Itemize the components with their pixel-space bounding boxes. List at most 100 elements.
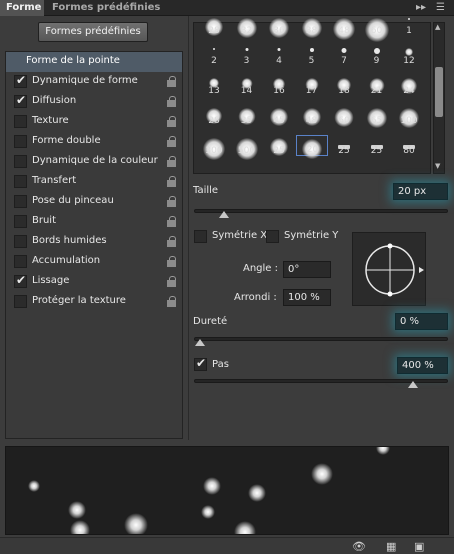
brush-tip[interactable]: 24 (393, 75, 425, 96)
hardness-slider-thumb[interactable] (195, 339, 205, 346)
option-checkbox[interactable]: ✔ (14, 73, 27, 88)
brush-tip[interactable]: 35 (231, 105, 263, 126)
option-checkbox[interactable]: ✔ (14, 273, 27, 288)
spacing-field[interactable]: 400 % (397, 357, 448, 374)
brush-tip[interactable]: 28 (198, 15, 230, 36)
brush-tip[interactable]: 21 (361, 75, 393, 96)
brush-tip[interactable]: 38 (296, 15, 328, 38)
brush-tip[interactable]: 36 (263, 15, 295, 38)
brush-tip[interactable]: 25 (361, 135, 393, 156)
brush-tip[interactable]: 45 (263, 105, 295, 126)
brush-tip[interactable]: 5 (296, 45, 328, 66)
brush-tip[interactable]: 48 (328, 15, 360, 40)
lock-icon[interactable] (167, 216, 176, 227)
brush-tip[interactable]: 1 (393, 15, 425, 36)
option-9[interactable]: Bords humides (6, 232, 182, 252)
option-6[interactable]: Transfert (6, 172, 182, 192)
scroll-down-icon[interactable]: ▼ (435, 162, 440, 170)
option-10[interactable]: Accumulation (6, 252, 182, 272)
collapse-icon[interactable]: ▸▸ (416, 2, 426, 13)
new-preset-icon[interactable]: ▣ (414, 540, 424, 553)
spacing-checkbox[interactable]: ✔ (194, 356, 207, 371)
option-checkbox[interactable] (14, 235, 27, 248)
brush-tip[interactable]: 7 (328, 45, 360, 66)
brush-tip[interactable]: 12 (393, 45, 425, 66)
hardness-slider[interactable] (194, 337, 448, 346)
flip-y-checkbox[interactable] (266, 230, 279, 243)
lock-icon[interactable] (167, 276, 176, 287)
brush-grid-icon[interactable]: ▦ (386, 540, 396, 553)
tab-formes-predefinies[interactable]: Formes prédéfinies (46, 0, 166, 16)
size-slider[interactable] (194, 209, 448, 218)
brush-tip[interactable]: 2 (198, 45, 230, 66)
brush-tip[interactable]: 32 (231, 15, 263, 38)
brush-tip[interactable]: 13 (198, 75, 230, 96)
brush-tip[interactable]: 17 (296, 75, 328, 96)
brush-tip[interactable]: 60 (361, 15, 393, 42)
angle-field[interactable]: 0° (283, 261, 331, 278)
option-7[interactable]: Pose du pinceau (6, 192, 182, 212)
lock-icon[interactable] (167, 236, 176, 247)
brush-tip[interactable]: 48 (296, 105, 328, 126)
angle-compass-icon[interactable] (353, 233, 427, 307)
brush-tip[interactable]: 16 (263, 75, 295, 96)
scrollbar-thumb[interactable] (435, 67, 443, 117)
brush-tip[interactable]: 14 (231, 75, 263, 96)
option-checkbox[interactable] (14, 175, 27, 188)
brush-tip[interactable]: 25 (328, 135, 360, 156)
lock-icon[interactable] (167, 196, 176, 207)
brush-tip[interactable]: 500 (231, 135, 263, 160)
size-slider-thumb[interactable] (219, 211, 230, 218)
brush-tip[interactable]: 25 (263, 135, 295, 156)
option-8[interactable]: Bruit (6, 212, 182, 232)
option-checkbox[interactable] (14, 195, 27, 208)
brush-tip[interactable]: 300 (198, 135, 230, 160)
option-checkbox[interactable] (14, 295, 27, 308)
lock-icon[interactable] (167, 256, 176, 267)
brush-tip[interactable]: 60 (328, 105, 360, 127)
brush-grid-scrollbar[interactable]: ▲ ▼ (433, 22, 445, 174)
brush-tip[interactable]: 80 (393, 135, 425, 156)
brush-tip[interactable]: 20 (295, 135, 328, 159)
brush-tip[interactable]: 9 (361, 45, 393, 66)
option-checkbox[interactable] (14, 215, 27, 228)
size-field[interactable]: 20 px (393, 183, 448, 200)
spacing-slider-thumb[interactable] (407, 381, 418, 388)
hardness-field[interactable]: 0 % (395, 313, 448, 330)
brush-tip[interactable]: 28 (198, 105, 230, 126)
visibility-toggle-icon[interactable]: 👁 (352, 540, 366, 553)
brush-tip[interactable]: 18 (328, 75, 360, 96)
option-0[interactable]: Forme de la pointe (6, 52, 182, 72)
tab-forme[interactable]: Forme (0, 0, 44, 16)
lock-icon[interactable] (167, 156, 176, 167)
option-checkbox[interactable]: ✔ (14, 93, 27, 108)
brush-tip[interactable]: 100 (393, 105, 425, 128)
option-11[interactable]: ✔ Lissage (6, 272, 182, 292)
lock-icon[interactable] (167, 76, 176, 87)
option-checkbox[interactable] (14, 255, 27, 268)
spacing-slider[interactable] (194, 379, 448, 388)
option-checkbox[interactable] (14, 135, 27, 148)
angle-roundness-widget[interactable] (352, 232, 426, 306)
option-12[interactable]: Protéger la texture (6, 292, 182, 312)
lock-icon[interactable] (167, 176, 176, 187)
lock-icon[interactable] (167, 296, 176, 307)
option-checkbox[interactable] (14, 155, 27, 168)
lock-icon[interactable] (167, 96, 176, 107)
option-1[interactable]: ✔ Dynamique de forme (6, 72, 182, 92)
brush-tip[interactable]: 65 (361, 105, 393, 128)
scroll-up-icon[interactable]: ▲ (435, 23, 440, 31)
lock-icon[interactable] (167, 136, 176, 147)
roundness-field[interactable]: 100 % (283, 289, 331, 306)
lock-icon[interactable] (167, 116, 176, 127)
option-5[interactable]: Dynamique de la couleur (6, 152, 182, 172)
flip-x-checkbox[interactable] (194, 230, 207, 243)
brush-tip[interactable]: 4 (263, 45, 295, 66)
option-2[interactable]: ✔ Diffusion (6, 92, 182, 112)
brush-presets-button[interactable]: Formes prédéfinies (38, 22, 148, 42)
option-4[interactable]: Forme double (6, 132, 182, 152)
option-3[interactable]: Texture (6, 112, 182, 132)
brush-tip[interactable]: 3 (231, 45, 263, 66)
panel-menu-icon[interactable]: ☰ (436, 2, 445, 13)
option-checkbox[interactable] (14, 115, 27, 128)
